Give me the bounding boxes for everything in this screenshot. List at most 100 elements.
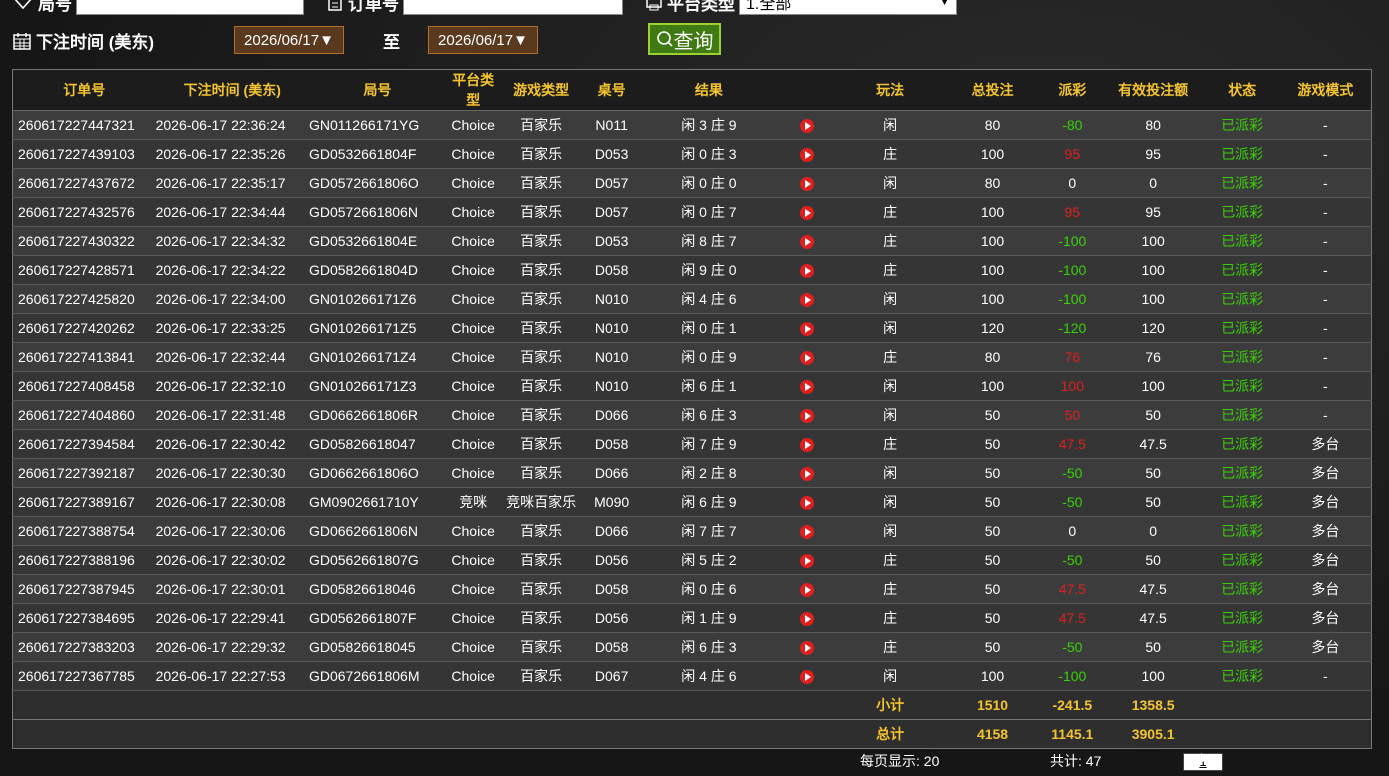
bet-time-cell: 2026-06-17 22:32:10: [155, 371, 309, 401]
result-cell: 闲 2 庄 8: [641, 458, 777, 488]
video-cell: [776, 458, 839, 488]
play-video-icon[interactable]: [800, 351, 815, 366]
platform-label: 平台类型: [645, 0, 735, 15]
play-video-icon[interactable]: [800, 119, 815, 134]
col-result: 结果: [641, 69, 777, 111]
summary-spacer: [1204, 690, 1372, 720]
game-mode-cell: -: [1279, 255, 1372, 285]
status-cell: 已派彩: [1204, 342, 1280, 372]
col-game-type: 游戏类型: [500, 69, 582, 111]
round-no-cell: GD0562661807F: [308, 603, 446, 633]
total-bet-cell: 100: [942, 226, 1043, 256]
video-cell: [776, 284, 839, 314]
total-bet-cell: 50: [942, 400, 1043, 430]
order-no-input[interactable]: [403, 0, 623, 15]
round-no-cell: GD0562661807G: [308, 545, 446, 575]
round-no-cell: GD0572661806N: [308, 197, 446, 227]
video-cell: [776, 110, 839, 140]
play-video-icon[interactable]: [800, 409, 815, 424]
table-row: 260617227394584 2026-06-17 22:30:42 GD0582…: [11, 429, 1372, 459]
play-video-icon[interactable]: [800, 380, 815, 395]
platform-cell: Choice: [445, 458, 501, 488]
valid-bet-cell: 50: [1101, 458, 1205, 488]
col-total-bet: 总投注: [942, 69, 1043, 111]
calendar-icon: [13, 32, 31, 50]
bet-type-cell: 闲: [838, 110, 943, 140]
play-video-icon[interactable]: [800, 322, 815, 337]
table-no-cell: N010: [581, 284, 642, 314]
platform-cell: Choice: [445, 574, 501, 604]
play-video-icon[interactable]: [800, 467, 815, 482]
valid-bet-cell: 47.5: [1101, 603, 1205, 633]
summary-total-bet: 4158: [942, 719, 1043, 749]
round-no-cell: GN010266171Z4: [308, 342, 446, 372]
play-video-icon[interactable]: [800, 612, 815, 627]
total-bet-cell: 50: [942, 516, 1043, 546]
col-game-mode: 游戏模式: [1279, 69, 1372, 111]
play-video-icon[interactable]: [800, 177, 815, 192]
game-type-cell: 百家乐: [500, 110, 582, 140]
platform-select[interactable]: 1.全部 ▼: [739, 0, 957, 15]
payout-cell: -100: [1042, 226, 1102, 256]
play-video-icon[interactable]: [800, 641, 815, 656]
play-video-icon[interactable]: [800, 293, 815, 308]
table-row: 260617227432576 2026-06-17 22:34:44 GD0572…: [11, 197, 1372, 227]
table-no-cell: D057: [581, 197, 642, 227]
bet-type-cell: 庄: [838, 429, 943, 459]
total-bet-cell: 50: [942, 487, 1043, 517]
col-valid-bet: 有效投注额: [1101, 69, 1205, 111]
play-video-icon[interactable]: [800, 525, 815, 540]
valid-bet-cell: 100: [1101, 226, 1205, 256]
game-mode-cell: 多台: [1279, 632, 1372, 662]
round-no-cell: GD0572661806O: [308, 168, 446, 198]
payout-cell: -50: [1042, 487, 1102, 517]
play-video-icon[interactable]: [800, 496, 815, 511]
play-video-icon[interactable]: [800, 554, 815, 569]
payout-cell: 47.5: [1042, 574, 1102, 604]
valid-bet-cell: 50: [1101, 487, 1205, 517]
game-no-input[interactable]: [76, 0, 304, 15]
status-cell: 已派彩: [1204, 313, 1280, 343]
play-video-icon[interactable]: [800, 583, 815, 598]
play-video-icon[interactable]: [800, 206, 815, 221]
game-type-cell: 百家乐: [500, 313, 582, 343]
result-cell: 闲 0 庄 3: [641, 139, 777, 169]
grandtotal-row: 总计 4158 1145.1 3905.1: [12, 719, 1372, 749]
platform-cell: Choice: [445, 197, 501, 227]
order-no-cell: 260617227432576: [11, 197, 156, 227]
total-count-label: 共计: 47: [1050, 753, 1102, 769]
play-video-icon[interactable]: [800, 670, 815, 685]
table-no-cell: D053: [581, 226, 642, 256]
video-cell: [776, 226, 839, 256]
document-icon: [328, 0, 342, 11]
bet-time-cell: 2026-06-17 22:30:30: [155, 458, 309, 488]
platform-cell: Choice: [445, 110, 501, 140]
query-button[interactable]: 查询: [648, 23, 721, 55]
per-page-label: 每页显示: 20: [860, 753, 940, 769]
video-cell: [776, 632, 839, 662]
game-mode-cell: -: [1279, 371, 1372, 401]
platform-cell: Choice: [445, 371, 501, 401]
status-cell: 已派彩: [1204, 545, 1280, 575]
order-no-cell: 260617227389167: [11, 487, 156, 517]
table-row: 260617227428571 2026-06-17 22:34:22 GD0582…: [11, 255, 1372, 285]
table-row: 260617227387945 2026-06-17 22:30:01 GD0582…: [11, 574, 1372, 604]
game-type-cell: 百家乐: [500, 284, 582, 314]
video-cell: [776, 603, 839, 633]
play-video-icon[interactable]: [800, 235, 815, 250]
play-video-icon[interactable]: [800, 438, 815, 453]
pager: 1 / 3: [1183, 750, 1223, 771]
result-cell: 闲 0 庄 1: [641, 313, 777, 343]
bet-type-cell: 闲: [838, 168, 943, 198]
result-cell: 闲 6 庄 3: [641, 400, 777, 430]
total-bet-cell: 50: [942, 429, 1043, 459]
result-cell: 闲 3 庄 9: [641, 110, 777, 140]
bet-time-label-text: 下注时间 (美东): [36, 33, 155, 52]
play-video-icon[interactable]: [800, 264, 815, 279]
col-video: [776, 69, 839, 111]
total-bet-cell: 80: [942, 342, 1043, 372]
date-to-picker[interactable]: 2026/06/17▼: [428, 26, 538, 54]
game-mode-cell: -: [1279, 284, 1372, 314]
date-from-picker[interactable]: 2026/06/17▼: [234, 26, 344, 54]
play-video-icon[interactable]: [800, 148, 815, 163]
